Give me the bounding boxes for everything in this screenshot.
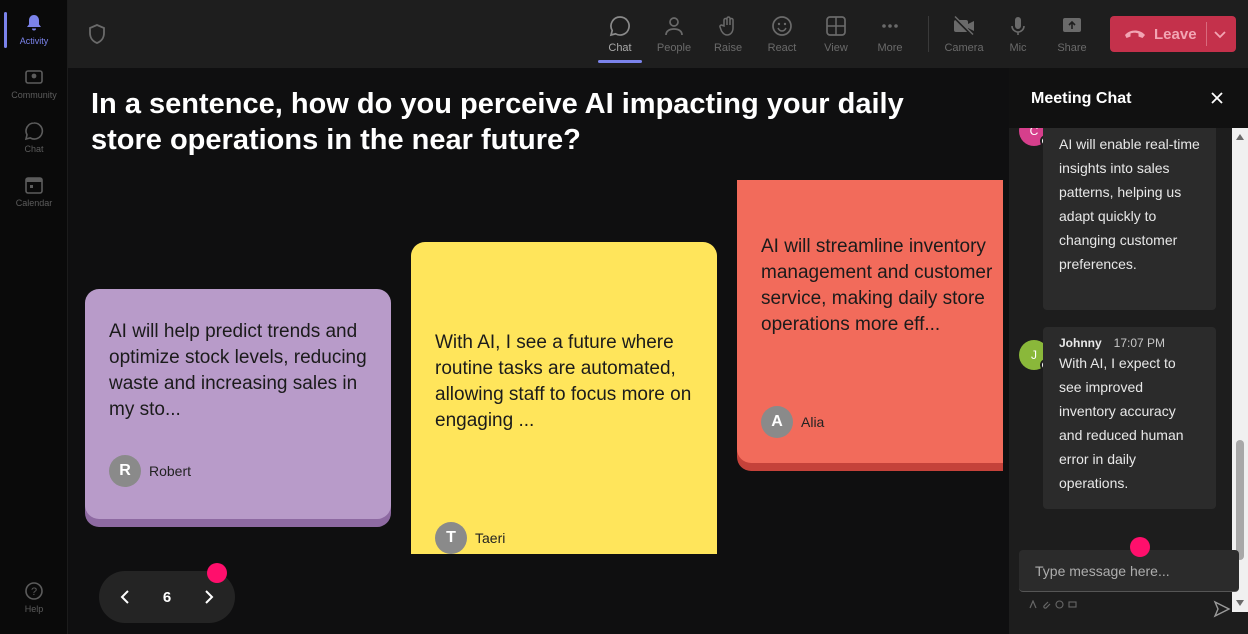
- camera-button[interactable]: Camera: [938, 8, 990, 60]
- gif-icon[interactable]: [1068, 600, 1077, 609]
- grid-icon: [824, 14, 848, 38]
- bell-icon: [24, 13, 44, 33]
- chat-icon: [24, 121, 44, 141]
- raise-hand-button[interactable]: Raise: [702, 8, 754, 60]
- calendar-icon: [24, 175, 44, 195]
- chat-message-list: C AI will enable real-time insights into…: [1009, 128, 1232, 608]
- format-icon[interactable]: [1029, 600, 1038, 609]
- avatar: A: [761, 406, 793, 438]
- chevron-down-icon[interactable]: [1212, 26, 1228, 42]
- camera-off-icon: [952, 14, 976, 38]
- cursor-indicator: [1130, 537, 1150, 557]
- share-label: Share: [1057, 42, 1087, 54]
- people-button[interactable]: People: [648, 8, 700, 60]
- response-card-taeri[interactable]: With AI, I see a future where routine ta…: [411, 242, 717, 554]
- avatar: R: [109, 455, 141, 487]
- svg-text:?: ?: [31, 586, 37, 598]
- emoji-icon[interactable]: [1055, 600, 1064, 609]
- card-author: A Alia: [761, 406, 824, 438]
- react-label: React: [767, 42, 797, 54]
- raise-label: Raise: [713, 42, 743, 54]
- message-text: AI will enable real-time insights into s…: [1059, 136, 1200, 272]
- more-button[interactable]: More: [864, 8, 916, 60]
- meeting-chat-panel: Meeting Chat C AI will enable real-time …: [1009, 68, 1248, 634]
- send-icon[interactable]: [1213, 600, 1231, 618]
- people-label: People: [656, 42, 692, 54]
- author-name: Alia: [801, 414, 825, 430]
- hang-up-icon: [1125, 30, 1145, 38]
- rail-item-community[interactable]: Community: [0, 58, 68, 108]
- leave-divider: [1206, 22, 1207, 46]
- rail-item-activity[interactable]: Activity: [0, 4, 68, 54]
- leave-button[interactable]: Leave: [1110, 16, 1236, 52]
- rail-label: Activity: [19, 35, 49, 46]
- message-meta: Johnny 17:07 PM: [1059, 335, 1202, 351]
- rail-label: Help: [24, 603, 44, 614]
- rail-label: Calendar: [15, 197, 53, 208]
- response-card-alia[interactable]: AI will streamline inventory management …: [737, 180, 1003, 463]
- community-icon: [24, 67, 44, 87]
- chevron-right-icon: [205, 590, 214, 604]
- more-label: More: [877, 42, 903, 54]
- shield-icon[interactable]: [88, 24, 106, 44]
- close-icon[interactable]: [1209, 90, 1225, 106]
- page-number: 6: [162, 588, 172, 606]
- sender-name: Johnny: [1059, 336, 1102, 350]
- ellipsis-icon: [878, 14, 902, 38]
- author-name: Taeri: [475, 530, 506, 546]
- smiley-icon: [770, 14, 794, 38]
- question-title: In a sentence, how do you perceive AI im…: [91, 88, 904, 156]
- message-time: 17:07 PM: [1113, 336, 1166, 350]
- mic-button[interactable]: Mic: [992, 8, 1044, 60]
- view-label: View: [824, 42, 848, 54]
- left-rail: Activity Community Chat Calendar ? Help: [0, 0, 68, 634]
- author-name: Robert: [149, 463, 192, 479]
- chat-button[interactable]: Chat: [594, 8, 646, 63]
- response-card-robert[interactable]: AI will help predict trends and optimize…: [85, 289, 391, 519]
- scroll-thumb[interactable]: [1236, 440, 1244, 560]
- mic-icon: [1006, 14, 1030, 38]
- attach-icon[interactable]: [1042, 600, 1051, 609]
- avatar: T: [435, 522, 467, 554]
- chat-message: AI will enable real-time insights into s…: [1043, 128, 1216, 310]
- chat-icon: [608, 14, 632, 38]
- avatar-initial: C: [1029, 128, 1039, 138]
- people-icon: [662, 14, 686, 38]
- toolbar-divider: [928, 16, 929, 52]
- avatar-initial: J: [1031, 348, 1037, 362]
- raise-hand-icon: [716, 14, 740, 38]
- scroll-up-arrow[interactable]: [1236, 134, 1244, 140]
- chat-scrollbar[interactable]: [1232, 128, 1248, 612]
- card-text: AI will help predict trends and optimize…: [109, 321, 367, 420]
- rail-label: Community: [11, 89, 57, 100]
- prev-page-button[interactable]: [99, 571, 151, 623]
- chat-message: Johnny 17:07 PM With AI, I expect to see …: [1043, 327, 1216, 509]
- mic-label: Mic: [1009, 42, 1027, 54]
- card-text: With AI, I see a future where routine ta…: [435, 332, 692, 431]
- chat-label: Chat: [608, 42, 632, 54]
- message-text: With AI, I expect to see improved invent…: [1059, 355, 1184, 491]
- message-input[interactable]: Type message here...: [1019, 550, 1239, 592]
- cursor-indicator: [207, 563, 227, 583]
- chevron-left-icon: [120, 590, 129, 604]
- meeting-toolbar: Chat People Raise React View More Camera…: [68, 0, 1248, 68]
- card-text: AI will streamline inventory management …: [761, 236, 993, 335]
- rail-item-chat[interactable]: Chat: [0, 112, 68, 162]
- rail-label: Chat: [24, 143, 44, 154]
- chat-title: Meeting Chat: [1031, 90, 1132, 107]
- share-icon: [1060, 14, 1084, 38]
- react-button[interactable]: React: [756, 8, 808, 60]
- card-author: R Robert: [109, 455, 191, 487]
- share-button[interactable]: Share: [1046, 8, 1098, 60]
- view-button[interactable]: View: [810, 8, 862, 60]
- card-author: T Taeri: [435, 522, 505, 554]
- help-icon: ?: [24, 581, 44, 601]
- rail-item-calendar[interactable]: Calendar: [0, 166, 68, 216]
- scroll-down-arrow[interactable]: [1236, 600, 1244, 606]
- leave-label: Leave: [1154, 25, 1197, 43]
- chat-header: Meeting Chat: [1009, 68, 1248, 128]
- format-toolbar: [1029, 600, 1077, 609]
- rail-item-help[interactable]: ? Help: [0, 572, 68, 622]
- camera-label: Camera: [944, 42, 984, 54]
